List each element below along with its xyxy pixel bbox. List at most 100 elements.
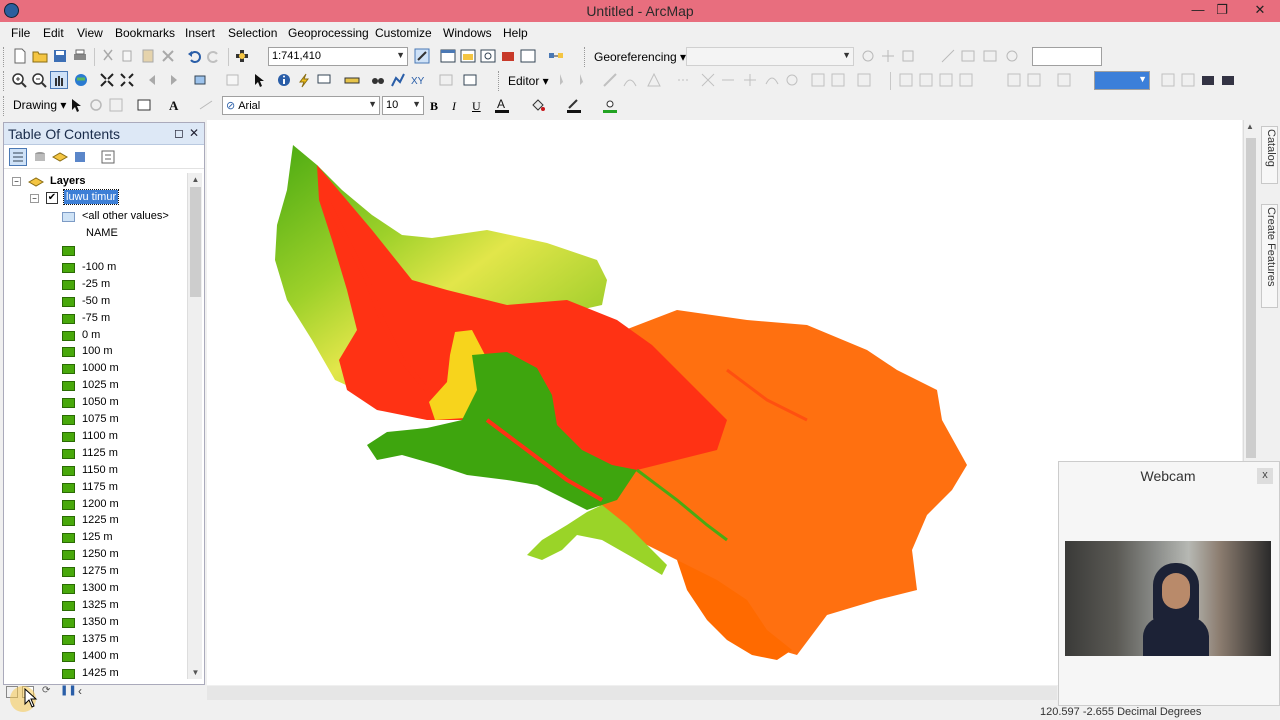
menu-windows[interactable]: Windows — [443, 26, 492, 40]
data-driven-pages-icon[interactable] — [1220, 72, 1236, 88]
georeferencing-menu[interactable]: Georeferencing ▾ — [594, 50, 686, 64]
straight-segment-icon[interactable] — [602, 72, 618, 88]
scroll-down-arrow[interactable]: ▼ — [188, 666, 203, 679]
zoom-in-icon[interactable] — [11, 72, 27, 88]
list-by-drawing-order-icon[interactable] — [9, 148, 27, 166]
bold-button[interactable]: B — [430, 99, 438, 114]
maximize-button[interactable]: ❐ — [1208, 0, 1236, 22]
font-name-combo[interactable]: ⊘ Arial ▼ — [222, 96, 380, 115]
full-extent-icon[interactable] — [73, 72, 89, 88]
arctoolbox-icon[interactable] — [500, 48, 516, 64]
catalog-window-icon[interactable] — [460, 48, 476, 64]
save-icon[interactable] — [52, 48, 68, 64]
redo-icon[interactable] — [206, 48, 222, 64]
link-table-icon[interactable] — [960, 48, 976, 64]
rotate-tool-icon[interactable] — [784, 72, 800, 88]
search-window-icon[interactable] — [480, 48, 496, 64]
add-data-icon[interactable] — [234, 48, 250, 64]
map-scroll-thumb[interactable] — [1246, 138, 1256, 458]
rotate-element-icon[interactable] — [88, 97, 104, 113]
undo-icon[interactable] — [186, 48, 202, 64]
create-features-icon[interactable] — [856, 72, 872, 88]
toc-close-icon[interactable]: ✕ — [189, 126, 199, 140]
fixed-zoom-layout-icon[interactable] — [1026, 72, 1042, 88]
measure-icon[interactable] — [344, 72, 360, 88]
create-features-tab[interactable]: Create Features — [1261, 204, 1278, 308]
toc-options-icon[interactable] — [100, 149, 116, 165]
layer-name[interactable]: luwu timur — [62, 189, 120, 205]
construct-icon[interactable] — [646, 72, 662, 88]
webcam-close-button[interactable]: x — [1257, 468, 1273, 484]
zoom-out-icon[interactable] — [31, 72, 47, 88]
menu-selection[interactable]: Selection — [228, 26, 277, 40]
layout-zoom-out-icon[interactable] — [918, 72, 934, 88]
zoom-selected-elements-icon[interactable] — [108, 97, 124, 113]
select-features-icon[interactable] — [193, 72, 209, 88]
new-document-icon[interactable] — [12, 48, 28, 64]
zoom-100-icon[interactable] — [1006, 72, 1022, 88]
open-folder-icon[interactable] — [32, 48, 48, 64]
reset-icon[interactable] — [1004, 48, 1020, 64]
paste-icon[interactable] — [140, 48, 156, 64]
toolbar-grip[interactable] — [3, 47, 6, 67]
edit-tool-icon[interactable] — [556, 72, 572, 88]
trace-icon[interactable] — [676, 72, 692, 88]
zoom-whole-page-icon[interactable] — [958, 72, 974, 88]
create-viewer-icon[interactable] — [462, 72, 478, 88]
menu-bookmarks[interactable]: Bookmarks — [115, 26, 175, 40]
drawing-menu[interactable]: Drawing ▾ — [13, 98, 66, 112]
font-size-combo[interactable]: 10 ▼ — [382, 96, 424, 115]
fixed-zoom-out-icon[interactable] — [119, 72, 135, 88]
scroll-left-arrow[interactable]: ‹ — [78, 684, 82, 698]
marker-color-icon[interactable] — [602, 97, 618, 113]
cut-polygons-icon[interactable] — [742, 72, 758, 88]
font-color-icon[interactable]: A — [494, 97, 510, 113]
scale-icon[interactable] — [900, 48, 916, 64]
shift-icon[interactable] — [880, 48, 896, 64]
menu-geoprocessing[interactable]: Geoprocessing — [288, 26, 369, 40]
catalog-tab[interactable]: Catalog — [1261, 126, 1278, 184]
rectangle-icon[interactable] — [136, 97, 152, 113]
layout-pan-icon[interactable] — [938, 72, 954, 88]
find-icon[interactable] — [370, 72, 386, 88]
callout-icon[interactable] — [198, 97, 214, 113]
modelbuilder-icon[interactable] — [548, 48, 564, 64]
python-window-icon[interactable] — [520, 48, 536, 64]
identify-icon[interactable] — [276, 72, 292, 88]
forward-extent-icon[interactable] — [165, 72, 181, 88]
line-color-icon[interactable] — [566, 97, 582, 113]
menu-file[interactable]: File — [11, 26, 30, 40]
toggle-draft-icon[interactable] — [1160, 72, 1176, 88]
close-button[interactable]: ✕ — [1240, 0, 1280, 22]
time-slider-icon[interactable] — [438, 72, 454, 88]
scroll-thumb[interactable] — [190, 187, 201, 297]
print-icon[interactable] — [72, 48, 88, 64]
find-route-icon[interactable] — [390, 72, 406, 88]
fill-color-icon[interactable] — [530, 97, 546, 113]
map-horizontal-scrollbar[interactable] — [207, 686, 1057, 700]
reshape-icon[interactable] — [764, 72, 780, 88]
layout-zoom-combo[interactable]: ▼ — [1094, 71, 1150, 90]
go-to-xy-icon[interactable]: XY — [410, 72, 426, 88]
html-popup-icon[interactable] — [316, 72, 332, 88]
change-layout-icon[interactable] — [1200, 72, 1216, 88]
attributes-icon[interactable] — [810, 72, 826, 88]
scroll-up-arrow[interactable]: ▲ — [188, 173, 203, 186]
endpoint-arc-icon[interactable] — [622, 72, 638, 88]
layout-zoom-in-icon[interactable] — [898, 72, 914, 88]
editor-menu[interactable]: Editor ▾ — [508, 74, 549, 88]
menu-insert[interactable]: Insert — [185, 26, 215, 40]
list-by-source-icon[interactable] — [32, 149, 48, 165]
toc-scrollbar[interactable]: ▲ ▼ — [187, 173, 202, 679]
refresh-view-icon[interactable]: ⟳ — [42, 685, 50, 696]
toc-window-icon[interactable] — [440, 48, 456, 64]
hyperlink-icon[interactable] — [296, 72, 312, 88]
go-back-extent-icon[interactable] — [1056, 72, 1072, 88]
pause-drawing-icon[interactable]: ❚❚ — [60, 685, 77, 696]
georef-input-combo[interactable] — [1032, 47, 1102, 66]
focus-data-frame-icon[interactable] — [1180, 72, 1196, 88]
fixed-zoom-in-icon[interactable] — [99, 72, 115, 88]
rotate-icon[interactable] — [860, 48, 876, 64]
clear-selection-icon[interactable] — [225, 72, 241, 88]
sketch-properties-icon[interactable] — [830, 72, 846, 88]
